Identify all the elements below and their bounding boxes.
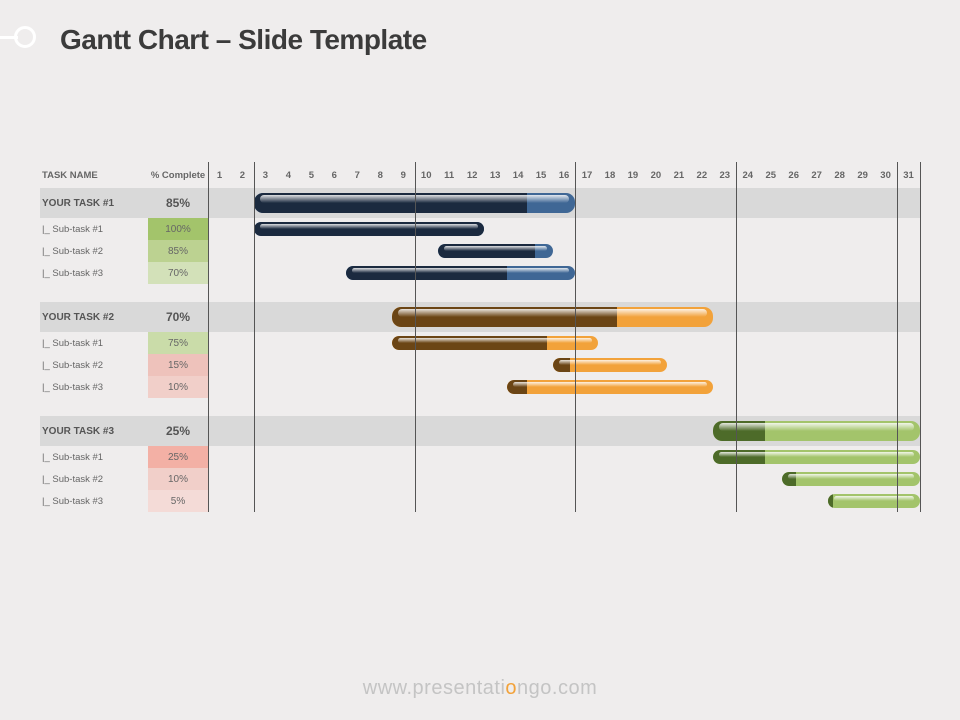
task-name: |_ Sub-task #2 bbox=[40, 468, 148, 490]
task-name: |_ Sub-task #2 bbox=[40, 240, 148, 262]
task-row-sub: |_ Sub-task #1100% bbox=[40, 218, 920, 240]
task-row-sub: |_ Sub-task #175% bbox=[40, 332, 920, 354]
gantt-bar bbox=[828, 494, 920, 507]
task-name: |_ Sub-task #2 bbox=[40, 354, 148, 376]
task-row-sub: |_ Sub-task #310% bbox=[40, 376, 920, 398]
day-header: 18 bbox=[598, 162, 621, 188]
day-header: 8 bbox=[369, 162, 392, 188]
gantt-bar bbox=[553, 358, 668, 371]
task-row-sub: |_ Sub-task #215% bbox=[40, 354, 920, 376]
gantt-bar bbox=[713, 421, 920, 441]
gantt-header-row: TASK NAME % Complete 1234567891011121314… bbox=[40, 162, 920, 188]
gantt-bar bbox=[507, 380, 714, 393]
task-name: |_ Sub-task #1 bbox=[40, 446, 148, 468]
gantt-bar bbox=[254, 193, 576, 213]
footer-watermark: www.presentationgo.com bbox=[0, 677, 960, 700]
day-header: 30 bbox=[874, 162, 897, 188]
task-row-main: YOUR TASK #325% bbox=[40, 416, 920, 446]
task-name: |_ Sub-task #3 bbox=[40, 376, 148, 398]
task-name: |_ Sub-task #3 bbox=[40, 490, 148, 512]
day-header: 22 bbox=[690, 162, 713, 188]
day-header: 28 bbox=[828, 162, 851, 188]
day-header: 4 bbox=[277, 162, 300, 188]
gantt-bar bbox=[392, 307, 714, 327]
day-header: 16 bbox=[553, 162, 576, 188]
column-header-pct: % Complete bbox=[148, 162, 208, 188]
day-header: 9 bbox=[392, 162, 415, 188]
gantt-bar bbox=[438, 244, 553, 257]
task-percent: 25% bbox=[148, 446, 208, 468]
day-header: 14 bbox=[507, 162, 530, 188]
task-percent: 15% bbox=[148, 354, 208, 376]
gantt-bar bbox=[346, 266, 576, 279]
task-row-sub: |_ Sub-task #125% bbox=[40, 446, 920, 468]
day-header: 26 bbox=[782, 162, 805, 188]
day-header: 23 bbox=[713, 162, 736, 188]
day-header: 24 bbox=[736, 162, 759, 188]
task-percent: 25% bbox=[148, 416, 208, 446]
day-header: 19 bbox=[621, 162, 644, 188]
task-name: |_ Sub-task #3 bbox=[40, 262, 148, 284]
task-name: |_ Sub-task #1 bbox=[40, 332, 148, 354]
task-row-sub: |_ Sub-task #35% bbox=[40, 490, 920, 512]
day-header: 29 bbox=[851, 162, 874, 188]
task-percent: 70% bbox=[148, 302, 208, 332]
task-percent: 70% bbox=[148, 262, 208, 284]
task-percent: 100% bbox=[148, 218, 208, 240]
day-header: 7 bbox=[346, 162, 369, 188]
day-header: 15 bbox=[530, 162, 553, 188]
task-name: YOUR TASK #3 bbox=[40, 416, 148, 446]
task-row-sub: |_ Sub-task #370% bbox=[40, 262, 920, 284]
day-header: 6 bbox=[323, 162, 346, 188]
day-header: 12 bbox=[461, 162, 484, 188]
column-header-task: TASK NAME bbox=[40, 162, 148, 188]
task-row-sub: |_ Sub-task #210% bbox=[40, 468, 920, 490]
day-header: 21 bbox=[667, 162, 690, 188]
day-header: 20 bbox=[644, 162, 667, 188]
day-header: 27 bbox=[805, 162, 828, 188]
day-header: 2 bbox=[231, 162, 254, 188]
day-header: 17 bbox=[576, 162, 599, 188]
day-header: 13 bbox=[484, 162, 507, 188]
day-header: 1 bbox=[208, 162, 231, 188]
task-row-main: YOUR TASK #270% bbox=[40, 302, 920, 332]
day-header: 11 bbox=[438, 162, 461, 188]
task-name: |_ Sub-task #1 bbox=[40, 218, 148, 240]
task-percent: 85% bbox=[148, 188, 208, 218]
task-name: YOUR TASK #2 bbox=[40, 302, 148, 332]
day-header: 31 bbox=[897, 162, 920, 188]
day-header: 3 bbox=[254, 162, 277, 188]
gantt-bar bbox=[782, 472, 920, 485]
slide-marker-icon bbox=[8, 22, 60, 58]
gantt-chart: TASK NAME % Complete 1234567891011121314… bbox=[40, 162, 920, 512]
task-percent: 5% bbox=[148, 490, 208, 512]
gantt-bar bbox=[254, 222, 484, 235]
task-percent: 75% bbox=[148, 332, 208, 354]
task-row-sub: |_ Sub-task #285% bbox=[40, 240, 920, 262]
slide-title: Gantt Chart – Slide Template bbox=[60, 24, 427, 56]
task-percent: 10% bbox=[148, 376, 208, 398]
gantt-bar bbox=[713, 450, 920, 463]
day-header: 10 bbox=[415, 162, 438, 188]
task-percent: 10% bbox=[148, 468, 208, 490]
task-row-main: YOUR TASK #185% bbox=[40, 188, 920, 218]
day-header: 25 bbox=[759, 162, 782, 188]
task-name: YOUR TASK #1 bbox=[40, 188, 148, 218]
task-percent: 85% bbox=[148, 240, 208, 262]
day-header: 5 bbox=[300, 162, 323, 188]
gantt-bar bbox=[392, 336, 599, 349]
